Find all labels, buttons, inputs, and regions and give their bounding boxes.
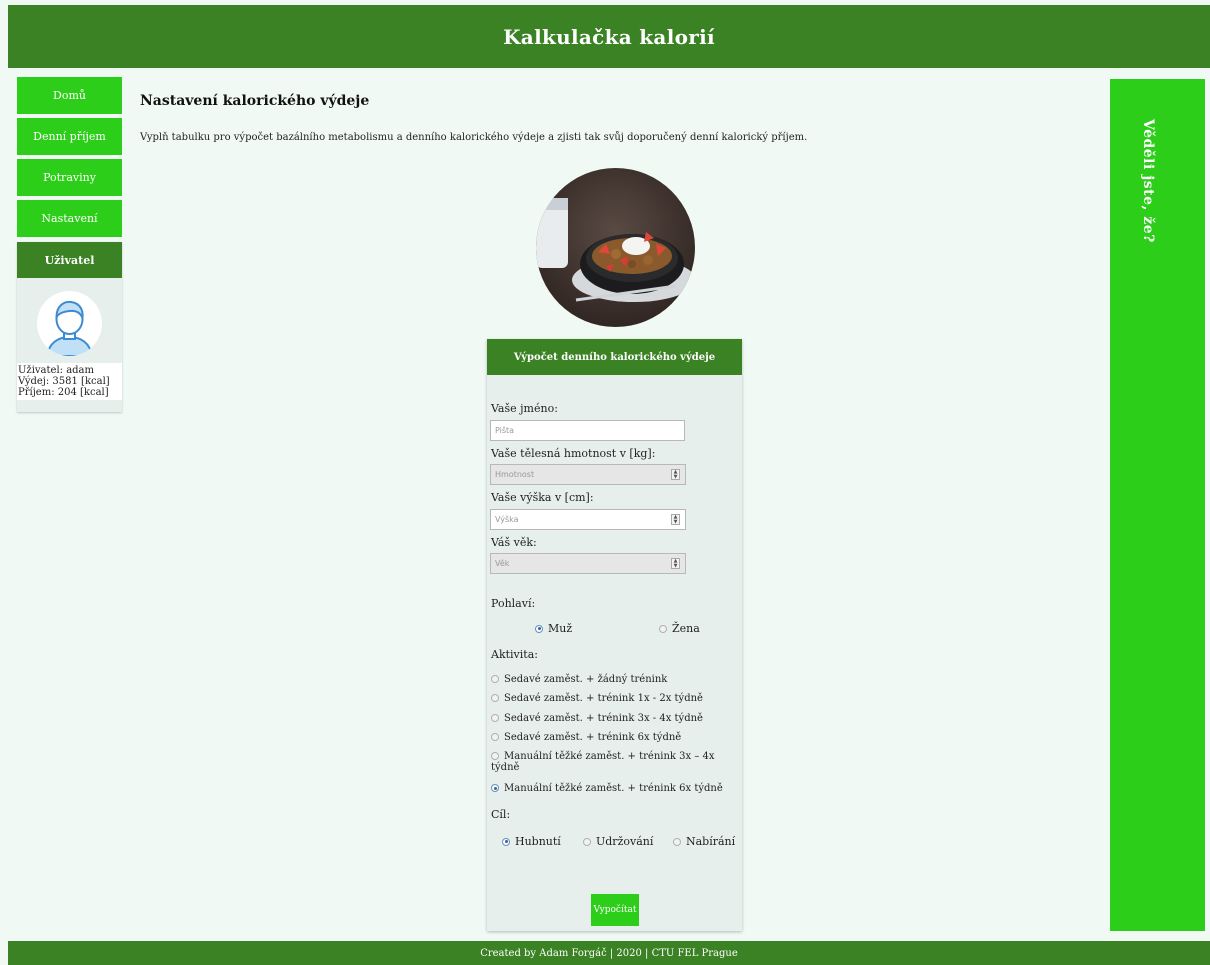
activity-option-4-label: Sedavé zaměst. + trénink 6x týdně — [504, 732, 682, 743]
site-title: Kalkulačka kalorií — [503, 24, 715, 49]
gender-label: Pohlaví: — [491, 597, 536, 610]
age-stepper[interactable]: ▲ ▼ — [671, 558, 680, 569]
age-input[interactable]: Věk ▲ ▼ — [490, 553, 686, 574]
user-name: Uživatel: adam — [18, 365, 94, 376]
footer-text: Created by Adam Forgáč | 2020 | CTU FEL … — [480, 947, 738, 959]
nav-item-foods[interactable]: Potraviny — [17, 159, 122, 196]
activity-label: Aktivita: — [491, 648, 538, 661]
height-label: Vaše výška v [cm]: — [491, 491, 594, 504]
calorie-form: Výpočet denního kalorického výdeje Vaše … — [487, 339, 742, 931]
form-body: Vaše jméno: Pišta Vaše tělesná hmotnost … — [487, 375, 742, 931]
weight-label: Vaše tělesná hmotnost v [kg]: — [491, 447, 656, 460]
user-card-heading: Uživatel — [17, 242, 122, 278]
weight-input[interactable]: Hmotnost ▲ ▼ — [490, 464, 686, 485]
radio-activity-5[interactable] — [491, 752, 499, 760]
height-input[interactable]: Výška ▲ ▼ — [490, 509, 686, 530]
name-input[interactable]: Pišta — [490, 420, 685, 441]
height-stepper[interactable]: ▲ ▼ — [671, 514, 680, 525]
activity-option-2-label: Sedavé zaměst. + trénink 1x - 2x týdně — [504, 693, 703, 704]
goal-gain-label: Nabírání — [686, 835, 736, 848]
did-you-know-panel: Věděli jste, že? — [1110, 79, 1205, 931]
gender-option-male[interactable]: Muž — [535, 622, 572, 635]
radio-activity-2[interactable] — [491, 694, 499, 702]
height-placeholder: Výška — [495, 515, 519, 524]
site-footer: Created by Adam Forgáč | 2020 | CTU FEL … — [8, 941, 1210, 965]
radio-goal-maintain[interactable] — [583, 837, 591, 846]
activity-option-5-label: Manuální těžké zaměst. + trénink 3x – 4x… — [491, 751, 715, 773]
radio-female[interactable] — [659, 624, 667, 633]
goal-maintain-label: Udržování — [596, 835, 654, 848]
activity-option-2[interactable]: Sedavé zaměst. + trénink 1x - 2x týdně — [491, 693, 736, 704]
radio-activity-4[interactable] — [491, 733, 499, 741]
goal-option-lose[interactable]: Hubnutí — [502, 835, 561, 848]
user-expense: Výdej: 3581 [kcal] — [18, 376, 110, 387]
did-you-know-title: Věděli jste, že? — [1140, 119, 1156, 243]
user-card: Uživatel Uživatel: adam Výdej: 3581 [kca… — [17, 242, 122, 412]
name-label: Vaše jméno: — [491, 402, 558, 415]
weight-stepper[interactable]: ▲ ▼ — [671, 469, 680, 480]
activity-option-5[interactable]: Manuální těžké zaměst. + trénink 3x – 4x… — [491, 751, 726, 773]
radio-male[interactable] — [535, 624, 543, 633]
goal-lose-label: Hubnutí — [515, 835, 561, 848]
radio-activity-3[interactable] — [491, 714, 499, 722]
goal-label: Cíl: — [491, 808, 511, 821]
age-placeholder: Věk — [495, 559, 510, 568]
main-nav: Domů Denní příjem Potraviny Nastavení — [17, 77, 122, 241]
activity-option-3[interactable]: Sedavé zaměst. + trénink 3x - 4x týdně — [491, 713, 736, 724]
activity-option-6-label: Manuální těžké zaměst. + trénink 6x týdn… — [504, 783, 723, 794]
activity-option-4[interactable]: Sedavé zaměst. + trénink 6x týdně — [491, 732, 736, 743]
gender-female-label: Žena — [672, 622, 700, 635]
goal-option-gain[interactable]: Nabírání — [673, 835, 735, 848]
gender-male-label: Muž — [548, 622, 573, 635]
radio-activity-6[interactable] — [491, 784, 499, 792]
activity-option-1-label: Sedavé zaměst. + žádný trénink — [504, 674, 668, 685]
form-heading: Výpočet denního kalorického výdeje — [487, 339, 742, 375]
activity-option-1[interactable]: Sedavé zaměst. + žádný trénink — [491, 674, 736, 685]
user-info: Uživatel: adam Výdej: 3581 [kcal] Příjem… — [17, 363, 122, 400]
page-title: Nastavení kalorického výdeje — [140, 93, 370, 109]
user-icon — [45, 300, 94, 356]
user-intake: Příjem: 204 [kcal] — [18, 387, 109, 398]
activity-option-6[interactable]: Manuální těžké zaměst. + trénink 6x týdn… — [491, 783, 736, 794]
breakfast-bowl-image — [536, 168, 695, 327]
gender-option-female[interactable]: Žena — [659, 622, 700, 635]
nav-item-settings[interactable]: Nastavení — [17, 200, 122, 237]
calculate-button[interactable]: Vypočítat — [591, 894, 639, 926]
activity-option-3-label: Sedavé zaměst. + trénink 3x - 4x týdně — [504, 713, 703, 724]
goal-option-maintain[interactable]: Udržování — [583, 835, 653, 848]
radio-goal-gain[interactable] — [673, 837, 681, 846]
avatar — [37, 291, 102, 356]
radio-goal-lose[interactable] — [502, 837, 510, 846]
radio-activity-1[interactable] — [491, 675, 499, 683]
page-description: Vyplň tabulku pro výpočet bazálního meta… — [140, 132, 808, 143]
nav-item-daily-intake[interactable]: Denní příjem — [17, 118, 122, 155]
site-header: Kalkulačka kalorií — [8, 5, 1210, 68]
weight-placeholder: Hmotnost — [495, 470, 535, 479]
food-photo — [536, 168, 695, 327]
age-label: Váš věk: — [491, 536, 537, 549]
nav-item-home[interactable]: Domů — [17, 77, 122, 114]
